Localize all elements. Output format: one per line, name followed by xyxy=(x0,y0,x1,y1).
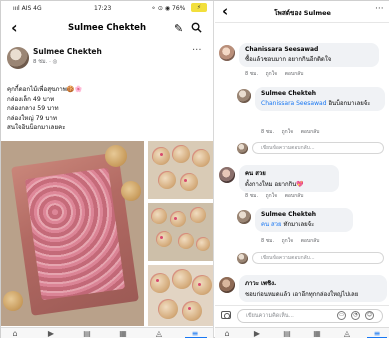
comment-time: 8 ชม. xyxy=(245,193,259,199)
avatar[interactable] xyxy=(237,89,251,103)
watch-icon[interactable]: ▶ xyxy=(251,329,263,338)
comment-text: ชอบก่อนหมดแล้ว เอาอีกทุกกล่องใหญ่ไปเลย xyxy=(245,291,359,298)
comment-text-body: อินบ็อกมาเลยจ้ะ xyxy=(328,100,371,107)
comment: ภาวะ เพชิง. ชอบก่อนหมดแล้ว เอาอีกทุกกล่อ… xyxy=(215,275,389,305)
reply-input[interactable]: เขียนข้อความตอบกลับ... xyxy=(252,252,384,264)
comment-author[interactable]: ภาวะ เพชิง. xyxy=(245,278,381,288)
notifications-icon[interactable]: ◬ xyxy=(341,329,353,338)
comment-bubble: คน สวย ตั้งกางใหม อยากกิน💖 xyxy=(239,165,339,192)
like-link[interactable]: ถูกใจ xyxy=(282,129,293,135)
comment-reply: Sulmee Chekteh คน สวย ทักมาเลยจ้ะ 8 ชม. … xyxy=(215,206,389,248)
camera-icon[interactable] xyxy=(221,311,231,319)
comment-text: ซื้อแล้วชอบมาก อยากกินอีกติดใจ xyxy=(245,56,332,63)
post-screen: ıııl AIS 4G 17:23 ⚬ ⊙ ◉ 76% ⚡ ‹ Sulmee C… xyxy=(1,1,214,338)
screenshot-frame: ıııl AIS 4G 17:23 ⚬ ⊙ ◉ 76% ⚡ ‹ Sulmee C… xyxy=(0,0,389,338)
status-bar: ıııl AIS 4G 17:23 ⚬ ⊙ ◉ 76% ⚡ xyxy=(1,1,213,15)
comment-bubble: ภาวะ เพชิง. ชอบก่อนหมดแล้ว เอาอีกทุกกล่อ… xyxy=(239,275,387,302)
reply-input[interactable]: เขียนข้อความตอบกลับ... xyxy=(252,142,384,154)
comment-time: 8 ชม. xyxy=(261,238,275,244)
bottom-tab-bar: ⌂ ▶ ▤ ▦ ◬ ≡ xyxy=(1,327,213,338)
top-nav: ‹ Sulmee Chekteh ✎ xyxy=(1,19,213,41)
post-header: Sulmee Chekteh 8 ชม. · ◎ ··· xyxy=(7,45,207,79)
comment-actions: 8 ชม. ถูกใจ ตอบกลับ xyxy=(245,70,309,78)
avatar[interactable] xyxy=(7,47,29,69)
comment-composer: เขียนความคิดเห็น... ▭ ◔ ☺ xyxy=(215,305,389,325)
avatar[interactable] xyxy=(237,210,251,224)
photo-cookies-3[interactable] xyxy=(148,265,213,326)
comment-bubble: Sulmee Chekteh คน สวย ทักมาเลยจ้ะ xyxy=(255,208,353,232)
sticker-icon[interactable]: ◔ xyxy=(351,311,360,320)
reply-link[interactable]: ตอบกลับ xyxy=(301,238,320,244)
notifications-icon[interactable]: ◬ xyxy=(153,329,165,338)
pencil-icon[interactable]: ✎ xyxy=(174,22,183,35)
comment-bubble: Chanissara Seesawad ซื้อแล้วชอบมาก อยากก… xyxy=(239,43,379,67)
comment-time: 8 ชม. xyxy=(261,129,275,135)
comment-author[interactable]: Sulmee Chekteh xyxy=(261,90,379,97)
avatar[interactable] xyxy=(219,45,235,61)
like-link[interactable]: ถูกใจ xyxy=(266,193,277,199)
reply-link[interactable]: ตอบกลับ xyxy=(285,71,304,77)
photo-cookies-2[interactable] xyxy=(148,203,213,261)
marketplace-icon[interactable]: ▦ xyxy=(311,329,323,338)
like-link[interactable]: ถูกใจ xyxy=(282,238,293,244)
comment-author[interactable]: Chanissara Seesawad xyxy=(245,46,373,53)
comments-screen: ‹ โพสต์ของ Sulmee ··· Chanissara Seesawa… xyxy=(215,1,389,338)
post-line: กล่องกลาง 59 บาท xyxy=(7,105,59,113)
comment-text: คน สวย ทักมาเลยจ้ะ xyxy=(261,219,347,229)
post-line: สนใจอินบ็อกมาเลยคะ xyxy=(7,124,66,132)
avatar xyxy=(237,143,248,154)
reply-link[interactable]: ตอบกลับ xyxy=(301,129,320,135)
post-author[interactable]: Sulmee Chekteh xyxy=(33,47,102,56)
post-body: คุกกี้ดอกไม้เพื่อสุขภาพ🍪🌸 กล่องเล็ก 49 บ… xyxy=(7,85,207,133)
home-icon[interactable]: ⌂ xyxy=(221,329,233,338)
reply-link[interactable]: ตอบกลับ xyxy=(285,193,304,199)
comment-actions: 8 ชม. ถูกใจ ตอบกลับ xyxy=(245,192,309,200)
post-line: คุกกี้ดอกไม้เพื่อสุขภาพ🍪🌸 xyxy=(7,86,83,93)
avatar[interactable] xyxy=(219,167,235,183)
more-options-icon[interactable]: ··· xyxy=(375,4,384,14)
post-line: กล่องใหญ่ 79 บาท xyxy=(7,114,57,122)
news-icon[interactable]: ▤ xyxy=(81,329,93,338)
comment: คน สวย ตั้งกางใหม อยากกิน💖 8 ชม. ถูกใจ ต… xyxy=(215,165,389,201)
post-line: กล่องเล็ก 49 บาท xyxy=(7,95,55,103)
comment-text-body: ทักมาเลยจ้ะ xyxy=(283,221,315,228)
bottom-tab-bar: ⌂ ▶ ▤ ▦ ◬ ≡ xyxy=(215,327,389,338)
photo-grid xyxy=(1,141,213,326)
status-icons: ⚬ ⊙ ◉ 76% xyxy=(151,5,186,12)
comment-input[interactable]: เขียนความคิดเห็น... xyxy=(237,309,383,323)
page-title: โพสต์ของ Sulmee xyxy=(274,9,331,17)
home-icon[interactable]: ⌂ xyxy=(9,329,21,338)
post-meta: 8 ชม. · ◎ xyxy=(33,59,58,65)
comment-time: 8 ชม. xyxy=(245,71,259,77)
avatar xyxy=(237,253,248,264)
signal-text: ıııl AIS 4G xyxy=(13,5,42,12)
avatar[interactable] xyxy=(219,277,235,293)
gif-icon[interactable]: ▭ xyxy=(337,311,346,320)
comment-bubble: Sulmee Chekteh Chanissara Seesawad อินบ็… xyxy=(255,87,385,111)
mention-tag[interactable]: คน สวย xyxy=(261,221,282,228)
comment-actions: 8 ชม. ถูกใจ ตอบกลับ xyxy=(261,237,325,245)
comment: Chanissara Seesawad ซื้อแล้วชอบมาก อยากก… xyxy=(215,41,389,81)
like-link[interactable]: ถูกใจ xyxy=(266,71,277,77)
comment-actions: 8 ชม. ถูกใจ ตอบกลับ xyxy=(261,128,325,136)
marketplace-icon[interactable]: ▦ xyxy=(117,329,129,338)
top-nav: ‹ โพสต์ของ Sulmee ··· xyxy=(215,1,389,23)
comment-author[interactable]: คน สวย xyxy=(245,168,333,178)
search-icon[interactable] xyxy=(191,22,202,33)
comment-text: Chanissara Seesawad อินบ็อกมาเลยจ้ะ xyxy=(261,98,379,108)
comment-text: ตั้งกางใหม อยากกิน💖 xyxy=(245,181,304,188)
watch-icon[interactable]: ▶ xyxy=(45,329,57,338)
photo-cookies-1[interactable] xyxy=(148,141,213,199)
more-options-icon[interactable]: ··· xyxy=(192,45,202,56)
status-time: 17:23 xyxy=(94,5,112,12)
emoji-icon[interactable]: ☺ xyxy=(365,311,374,320)
mention-tag[interactable]: Chanissara Seesawad xyxy=(261,100,327,107)
comment-reply: Sulmee Chekteh Chanissara Seesawad อินบ็… xyxy=(215,85,389,139)
battery-icon: ⚡ xyxy=(191,3,207,12)
comment-author[interactable]: Sulmee Chekteh xyxy=(261,211,347,218)
photo-main[interactable] xyxy=(1,141,144,326)
news-icon[interactable]: ▤ xyxy=(281,329,293,338)
